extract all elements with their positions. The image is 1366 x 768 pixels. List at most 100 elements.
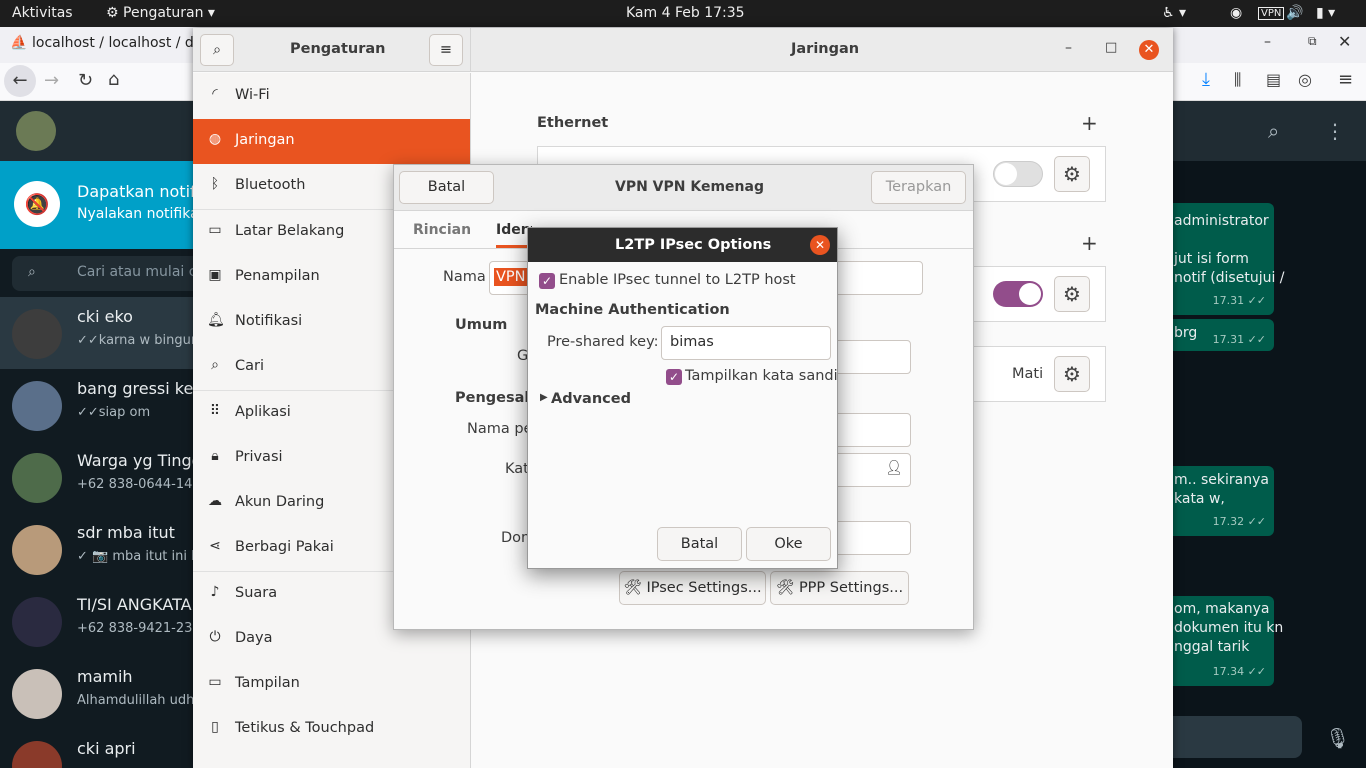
bell-icon: 🔔︎ <box>207 312 225 328</box>
ok-button[interactable]: Oke <box>746 527 831 561</box>
cancel-button[interactable]: Batal <box>399 171 494 204</box>
app-menu[interactable]: ⚙ Pengaturan ▾ <box>106 5 215 21</box>
vpn-status-icon[interactable]: VPN <box>1258 7 1285 20</box>
restore-icon[interactable]: ⧉ <box>1308 34 1317 49</box>
page-title: Jaringan <box>791 41 860 57</box>
message-time: 17.31 ✓✓ <box>1212 333 1266 346</box>
chat-item[interactable]: TI/SI ANGKATA +62 838-9421-238 <box>0 585 201 657</box>
tab-details[interactable]: Rincian <box>413 222 471 238</box>
battery-icon[interactable]: ▮ ▾ <box>1316 5 1335 21</box>
vpn-settings-button[interactable]: ⚙ <box>1054 276 1090 312</box>
chat-item[interactable]: mamih Alhamdulillah udh <box>0 657 200 729</box>
volume-icon[interactable]: 🔊 <box>1286 5 1303 21</box>
vpn-toggle[interactable] <box>993 281 1043 307</box>
close-icon[interactable]: ✕ <box>810 235 830 255</box>
minimize-icon[interactable]: – <box>1065 40 1072 56</box>
sidebar-item-network[interactable]: ◍ Jaringan <box>193 119 470 164</box>
close-icon[interactable]: ✕ <box>1139 40 1159 60</box>
notification-banner[interactable]: 🔕 Dapatkan notifikasi Nyalakan notifikas… <box>0 161 232 249</box>
minimize-icon[interactable]: – <box>1264 34 1271 50</box>
sidebar-item-display[interactable]: ▭ Tampilan <box>193 662 470 707</box>
chat-item[interactable]: bang gressi ken ✓✓siap om <box>0 369 203 441</box>
password-field[interactable]: 👤︎ <box>834 453 911 487</box>
message-bubble[interactable]: brg 17.31 ✓✓ <box>1172 319 1274 351</box>
domain-field[interactable] <box>834 521 911 555</box>
maximize-icon[interactable]: □ <box>1105 40 1117 55</box>
machine-auth-heading: Machine Authentication <box>535 302 730 318</box>
expander-arrow-icon[interactable]: ▶ <box>540 392 548 403</box>
chat-name: Warga yg Tingg <box>77 451 202 470</box>
menu-icon[interactable]: ≡ <box>1338 69 1353 90</box>
search-icon[interactable]: ⌕ <box>1268 119 1279 143</box>
psk-field[interactable]: bimas <box>661 326 831 360</box>
clock[interactable]: Kam 4 Feb 17:35 <box>626 5 745 21</box>
search-button[interactable]: ⌕ <box>200 34 234 66</box>
gear-icon: ⚙ <box>1063 282 1081 306</box>
accessibility-icon[interactable]: ♿ ▾ <box>1162 5 1186 21</box>
forward-icon[interactable]: → <box>44 70 59 91</box>
ipsec-settings-label: IPsec Settings... <box>646 580 762 596</box>
ethernet-toggle[interactable] <box>993 161 1043 187</box>
search-icon: ⌕ <box>211 357 219 373</box>
sidebar-item-wifi[interactable]: ◜ Wi-Fi <box>193 74 470 119</box>
sidebar-item-label: Jaringan <box>235 132 295 148</box>
enable-ipsec-checkbox[interactable]: ✓ <box>539 273 555 289</box>
hamburger-menu-button[interactable]: ≡ <box>429 34 463 66</box>
browser-tab-title[interactable]: localhost / localhost / db <box>32 35 203 51</box>
display-icon: ▭ <box>208 674 222 690</box>
show-password-label: Tampilkan kata sandi <box>685 368 838 384</box>
search-icon: ⌕ <box>28 264 36 280</box>
home-icon[interactable]: ⌂ <box>108 69 119 90</box>
sidebar-item-label: Notifikasi <box>235 313 303 329</box>
message-input[interactable] <box>1172 716 1302 758</box>
sidebar-item-mouse[interactable]: ▯ Tetikus & Touchpad <box>193 707 470 752</box>
sidebar-item-label: Privasi <box>235 449 283 465</box>
ipsec-settings-button[interactable]: 🛠︎ IPsec Settings... <box>619 571 766 605</box>
proxy-settings-button[interactable]: ⚙ <box>1054 356 1090 392</box>
settings-sidebar-header: ⌕ Pengaturan ≡ <box>193 28 471 72</box>
chat-item[interactable]: cki eko ✓✓karna w bingun <box>0 297 200 369</box>
sidebar-icon[interactable]: ▤ <box>1266 70 1281 89</box>
message-bubble[interactable]: om, makanya dokumen itu kn nggal tarik 17… <box>1172 596 1283 686</box>
message-bubble[interactable]: m.. sekiranya kata w, 17.32 ✓✓ <box>1172 466 1274 536</box>
network-icon: ◍ <box>208 131 222 147</box>
back-icon[interactable]: ← <box>4 65 36 97</box>
ppp-settings-button[interactable]: 🛠︎ PPP Settings... <box>770 571 909 605</box>
microphone-icon[interactable]: 🎙 <box>1325 726 1350 750</box>
username-field[interactable] <box>834 413 911 447</box>
library-icon[interactable]: ⫼ <box>1234 70 1241 90</box>
chat-search-box[interactable]: ⌕ Cari atau mulai chat <box>12 256 219 291</box>
kebab-menu-icon[interactable]: ⋮ <box>1325 119 1345 143</box>
activities-button[interactable]: Aktivitas <box>12 5 73 21</box>
account-icon[interactable]: ◎ <box>1298 70 1312 89</box>
chat-name: TI/SI ANGKATA <box>77 595 192 614</box>
chat-item[interactable]: sdr mba itut ✓ 📷 mba itut ini ha <box>0 513 207 585</box>
close-icon[interactable]: ✕ <box>1338 32 1351 51</box>
add-ethernet-icon[interactable]: + <box>1081 111 1098 135</box>
notif-subtitle[interactable]: Nyalakan notifikasi <box>77 206 210 222</box>
sidebar-item-label: Tampilan <box>235 675 300 691</box>
toggle-knob <box>995 163 1017 185</box>
message-bubble[interactable]: administrator jut isi form notif (disetu… <box>1172 203 1285 315</box>
avatar[interactable] <box>16 111 56 151</box>
download-icon[interactable]: ⤓ <box>1202 69 1210 90</box>
advanced-expander[interactable]: Advanced <box>551 391 631 407</box>
avatar <box>12 525 62 575</box>
music-icon: ♪ <box>210 584 220 600</box>
ethernet-settings-button[interactable]: ⚙ <box>1054 156 1090 192</box>
chat-item[interactable]: Warga yg Tingg +62 838-0644-149 <box>0 441 202 513</box>
apply-button[interactable]: Terapkan <box>871 171 966 204</box>
user-key-icon[interactable]: 👤︎ <box>885 460 903 476</box>
gateway-field[interactable] <box>834 340 911 374</box>
show-password-checkbox[interactable]: ✓ <box>666 369 682 385</box>
add-vpn-icon[interactable]: + <box>1081 231 1098 255</box>
general-section: Umum <box>455 317 508 333</box>
chat-name: cki apri <box>77 739 136 758</box>
ppp-settings-label: PPP Settings... <box>798 580 904 596</box>
chat-item[interactable]: cki apri <box>0 729 200 768</box>
cancel-button[interactable]: Batal <box>657 527 742 561</box>
reload-icon[interactable]: ↻ <box>78 70 93 91</box>
bluetooth-icon: ᛒ <box>210 176 220 192</box>
sidebar-item-label: Cari <box>235 358 264 374</box>
wifi-status-icon[interactable]: ◉ <box>1230 5 1242 21</box>
